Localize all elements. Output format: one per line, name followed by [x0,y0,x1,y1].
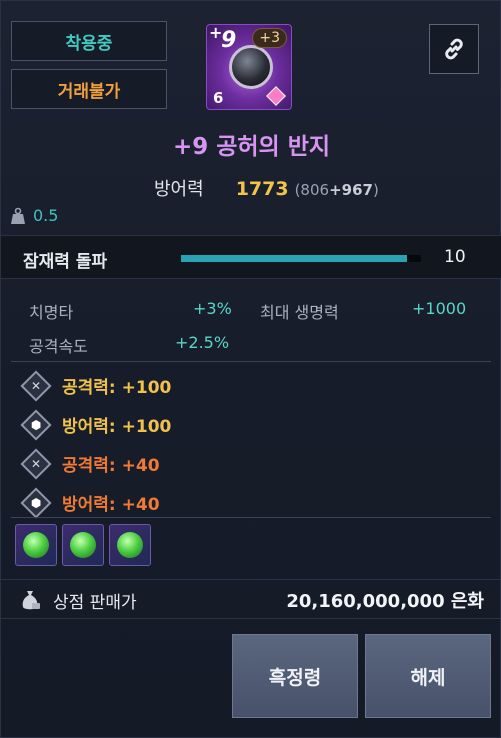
swords-icon: ✕ [20,369,52,402]
engraving-text: 방어력: +40 [62,495,160,515]
bonus-badge: +3 [252,28,287,48]
unequip-button[interactable]: 해제 [365,634,491,718]
link-icon [445,38,463,60]
shield-icon: ⬢ [20,408,52,441]
gem-slots [15,524,151,566]
item-tooltip-panel: 착용중 거래불가 + 9 +3 6 +9 공허의 반지 방어력 1773 (80… [0,0,501,738]
defense-detail: (806+967) [295,181,379,199]
divider [11,517,491,518]
engraving-defense-40: ⬢ 방어력: +40 [20,486,160,519]
item-name: +9 공허의 반지 [172,134,331,160]
sell-price-value: 20,160,000,000 은화 [286,591,484,612]
sell-price-label: 상점 판매가 [53,593,137,613]
sell-price-row: 상점 판매가 20,160,000,000 은화 [1,579,501,619]
stat-value-attack-speed: +2.5% [175,333,230,352]
defense-total: 1773 [235,178,289,200]
swords-icon: ✕ [20,447,52,480]
engraving-text: 방어력: +100 [62,417,172,437]
tier-number: 6 [213,89,224,107]
gem-slot[interactable] [62,524,104,566]
extract-button[interactable]: 흑정령 [232,634,358,718]
untradable-tag: 거래불가 [11,69,167,109]
potential-value: 10 [444,247,466,267]
gem-slot[interactable] [15,524,57,566]
defense-row: 방어력 1773 (806+967) [154,175,379,201]
weight-value: 0.5 [33,206,59,225]
defense-close: ) [372,181,379,199]
green-gem-icon [117,532,143,558]
weight-icon [11,207,25,224]
grade-diamond-icon [266,86,286,106]
stat-label-max-hp: 최대 생명력 [260,303,339,322]
potential-breakthrough-row: 잠재력 돌파 10 [1,235,501,279]
engraving-text: 공격력: +100 [62,378,172,398]
engraving-attack-40: ✕ 공격력: +40 [20,447,160,480]
potential-progress-bar [181,255,421,262]
weight-row: 0.5 [10,206,58,225]
defense-label: 방어력 [154,179,204,200]
potential-label: 잠재력 돌파 [23,252,108,272]
stat-label-crit: 치명타 [29,303,74,322]
money-bag-icon [22,591,40,610]
defense-bonus: +967 [329,181,373,199]
stat-label-attack-speed: 공격속도 [29,337,88,356]
green-gem-icon [23,532,49,558]
enhance-level: 9 [221,28,237,53]
shield-icon: ⬢ [20,486,52,519]
green-gem-icon [70,532,96,558]
engraving-attack-100: ✕ 공격력: +100 [20,369,172,402]
link-button[interactable] [429,24,479,74]
ring-item-icon: + 9 +3 6 [206,24,292,110]
defense-base: (806 [294,181,330,199]
engraving-text: 공격력: +40 [62,456,160,476]
potential-progress-fill [181,255,407,262]
stat-value-max-hp: +1000 [412,299,467,318]
engraving-defense-100: ⬢ 방어력: +100 [20,408,172,441]
equipped-tag: 착용중 [11,21,167,61]
divider [11,361,491,362]
gem-slot[interactable] [109,524,151,566]
stat-value-crit: +3% [193,299,232,318]
